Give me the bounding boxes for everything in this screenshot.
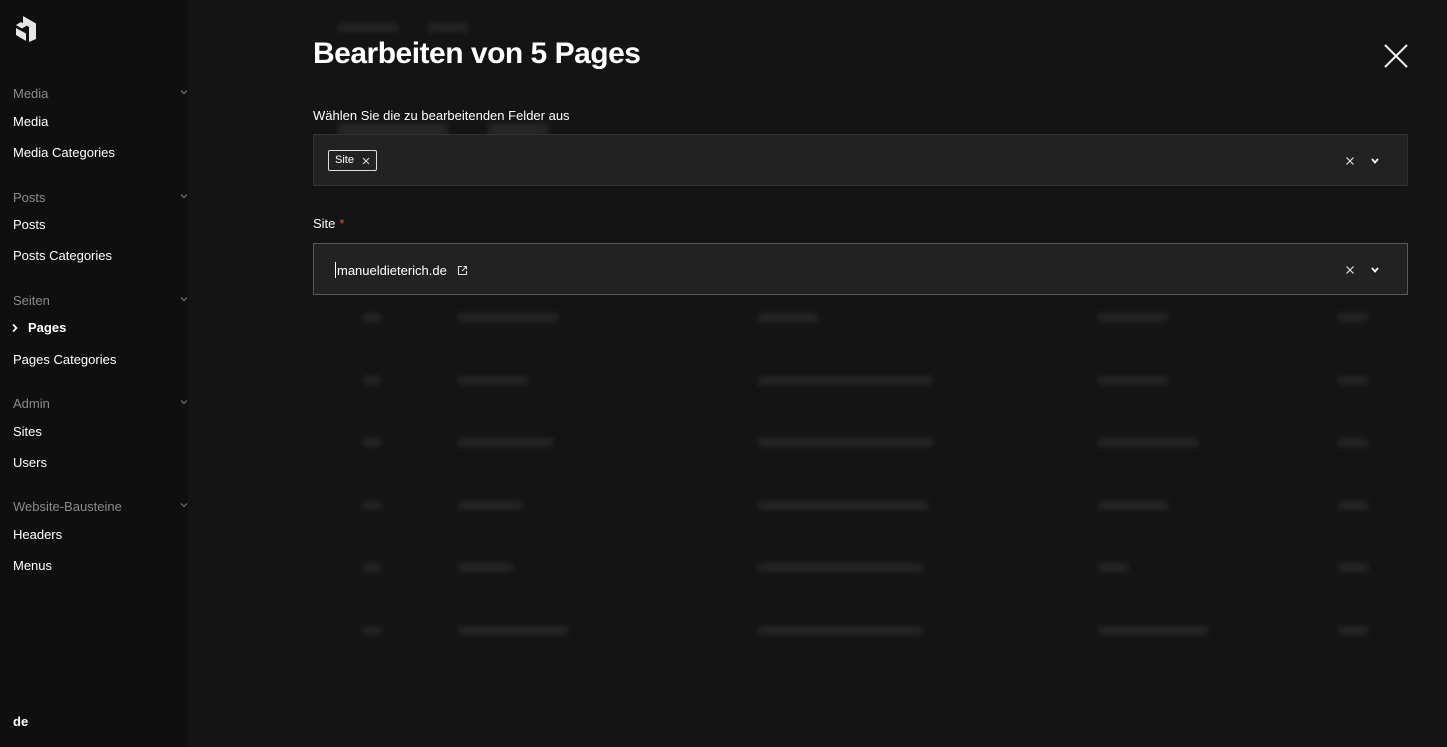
sidebar-item-menus[interactable]: Menus	[13, 558, 52, 573]
clear-icon[interactable]	[1345, 156, 1355, 166]
nav-group-title: Admin	[13, 396, 50, 411]
sidebar-item-posts[interactable]: Posts	[13, 217, 46, 232]
nav-group-media[interactable]: Media	[13, 86, 188, 101]
nav-group-website-bausteine[interactable]: Website-Bausteine	[13, 499, 188, 514]
sidebar-item-users[interactable]: Users	[13, 455, 47, 470]
clear-icon[interactable]	[1345, 265, 1355, 275]
close-icon[interactable]	[1380, 40, 1412, 72]
site-field-label: Site *	[313, 216, 344, 231]
sidebar-item-media[interactable]: Media	[13, 114, 48, 129]
sidebar-item-pages[interactable]: Pages	[28, 320, 66, 335]
sidebar-item-pages-categories[interactable]: Pages Categories	[13, 352, 116, 367]
fields-select[interactable]: Site	[313, 134, 1408, 186]
nav-group-title: Seiten	[13, 293, 50, 308]
site-label-text: Site	[313, 216, 336, 231]
chevron-down-icon[interactable]	[1370, 156, 1380, 166]
site-value-text: manueldieterich.de	[337, 262, 447, 278]
nav-group-posts[interactable]: Posts	[13, 190, 188, 205]
sidebar-item-headers[interactable]: Headers	[13, 527, 62, 542]
sidebar-item-sites[interactable]: Sites	[13, 424, 42, 439]
fields-select-label: Wählen Sie die zu bearbeitenden Felder a…	[313, 108, 570, 123]
site-select[interactable]: manueldieterich.de	[313, 243, 1408, 295]
logo-icon[interactable]	[14, 16, 38, 42]
nav-group-seiten[interactable]: Seiten	[13, 293, 188, 308]
nav-group-title: Media	[13, 86, 49, 101]
language-switcher[interactable]: de	[13, 714, 28, 729]
sidebar-item-posts-categories[interactable]: Posts Categories	[13, 248, 112, 263]
sidebar: Media Media Media Categories Posts Posts…	[0, 0, 188, 747]
chevron-down-icon[interactable]	[1370, 265, 1380, 275]
required-mark: *	[339, 216, 345, 231]
pill-label: Site	[335, 154, 354, 166]
nav-group-admin[interactable]: Admin	[13, 396, 188, 411]
nav-group-title: Website-Bausteine	[13, 499, 122, 514]
text-caret	[335, 262, 336, 278]
modal-title: Bearbeiten von 5 Pages	[313, 37, 641, 70]
selected-field-pill: Site	[328, 150, 377, 171]
sidebar-item-media-categories[interactable]: Media Categories	[13, 145, 115, 160]
site-value: manueldieterich.de	[335, 262, 468, 278]
external-link-icon[interactable]	[457, 265, 468, 276]
chevron-right-icon	[12, 323, 18, 333]
nav-group-title: Posts	[13, 190, 46, 205]
remove-pill-icon[interactable]	[362, 157, 370, 165]
